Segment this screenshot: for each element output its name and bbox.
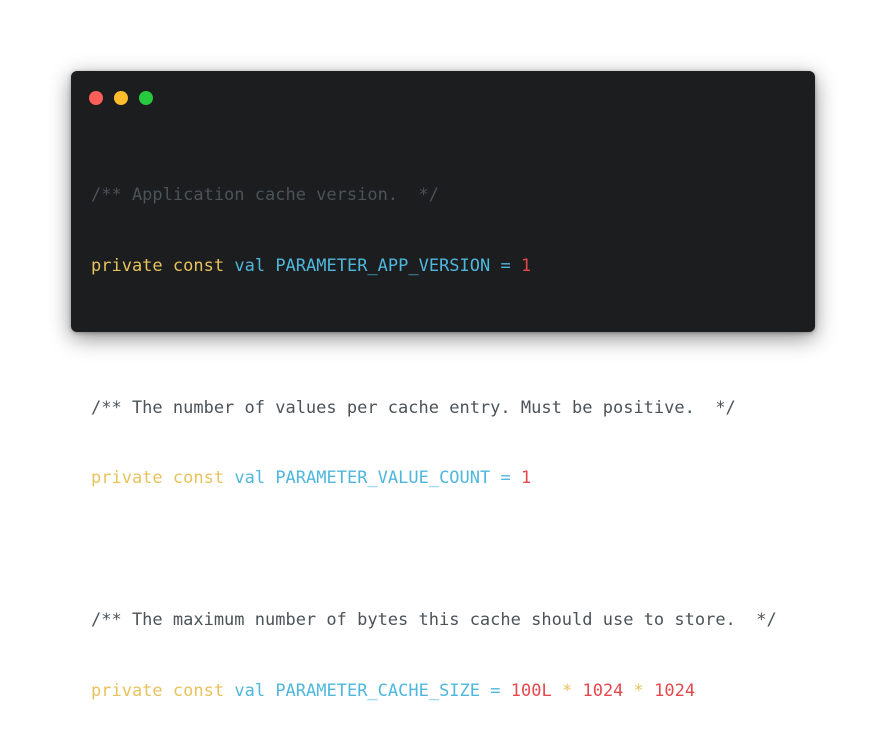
- code-block: /** Application cache version. */ privat…: [91, 137, 777, 750]
- close-dot-icon[interactable]: [89, 91, 103, 105]
- code-line-2: private const val PARAMETER_APP_VERSION …: [91, 255, 777, 279]
- code-line-7: /** The maximum number of bytes this cac…: [91, 609, 777, 633]
- operator: *: [633, 680, 644, 701]
- code-window: /** Application cache version. */ privat…: [71, 71, 815, 701]
- operator: =: [500, 255, 511, 276]
- operator: *: [561, 680, 573, 701]
- code-line-4: /** The number of values per cache entry…: [91, 397, 777, 421]
- identifier: PARAMETER_VALUE_COUNT: [275, 468, 491, 489]
- keyword: val: [234, 468, 266, 489]
- number-literal: 1024: [654, 680, 696, 701]
- comment: /** The number of values per cache entry…: [91, 397, 736, 418]
- operator: =: [490, 680, 501, 701]
- identifier: PARAMETER_CACHE_SIZE: [275, 680, 481, 701]
- keyword: private: [91, 255, 163, 276]
- keyword: private: [91, 468, 163, 489]
- number-literal: 1024: [582, 680, 624, 701]
- identifier: PARAMETER_APP_VERSION: [275, 255, 491, 276]
- keyword: const: [172, 255, 225, 276]
- operator: =: [500, 468, 511, 489]
- keyword: const: [172, 468, 225, 489]
- keyword: private: [91, 680, 163, 701]
- comment: /** Application cache version. */: [91, 185, 439, 206]
- code-line-1: /** Application cache version. */: [91, 184, 777, 208]
- code-line-5: private const val PARAMETER_VALUE_COUNT …: [91, 467, 777, 491]
- number-literal: 100L: [510, 680, 552, 701]
- keyword: val: [234, 680, 266, 701]
- code-line-8: private const val PARAMETER_CACHE_SIZE =…: [91, 680, 777, 704]
- number-literal: 1: [521, 468, 532, 489]
- number-literal: 1: [521, 255, 532, 276]
- maximize-dot-icon[interactable]: [139, 91, 153, 105]
- minimize-dot-icon[interactable]: [114, 91, 128, 105]
- keyword: val: [234, 255, 266, 276]
- comment: /** The maximum number of bytes this cac…: [91, 609, 777, 630]
- keyword: const: [172, 680, 225, 701]
- window-controls: [89, 91, 153, 105]
